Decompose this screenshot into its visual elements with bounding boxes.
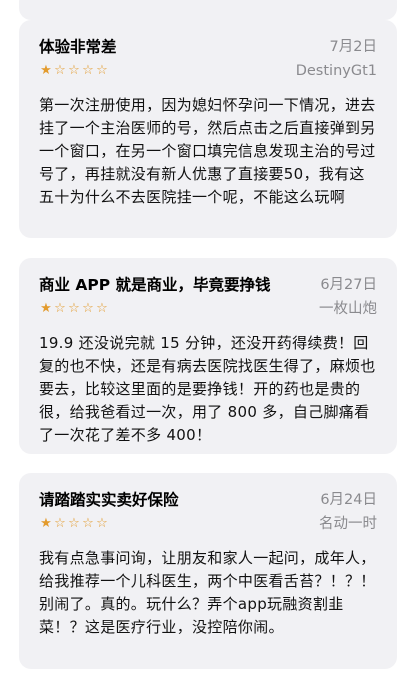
- star-icon: ★: [40, 516, 52, 531]
- review-body: 19.9 还没说完就 15 分钟，还没开药得续费！回复的也不快，还是有病去医院找…: [39, 334, 376, 444]
- star-icon: ☆: [54, 516, 66, 531]
- review-title: 体验非常差: [39, 38, 117, 56]
- star-icon: ☆: [68, 301, 80, 316]
- review-date: 6月27日: [320, 277, 377, 293]
- review-card[interactable]: 商业 APP 就是商业，毕竟要挣钱 6月27日 ★ ☆ ☆ ☆ ☆ 一枚山炮 1…: [19, 258, 397, 454]
- review-date: 7月2日: [329, 39, 377, 55]
- star-icon: ☆: [82, 63, 94, 78]
- review-title: 商业 APP 就是商业，毕竟要挣钱: [39, 276, 271, 294]
- star-icon: ☆: [96, 516, 108, 531]
- star-icon: ★: [40, 301, 52, 316]
- star-icon: ☆: [54, 63, 66, 78]
- review-card[interactable]: 请踏踏实实卖好保险 6月24日 ★ ☆ ☆ ☆ ☆ 名动一时 我有点急事问询，让…: [19, 473, 397, 669]
- review-body: 我有点急事问询，让朋友和家人一起问，成年人，给我推荐一个儿科医生，两个中医看舌苔…: [39, 549, 376, 636]
- star-icon: ☆: [54, 301, 66, 316]
- review-card[interactable]: 体验非常差 7月2日 ★ ☆ ☆ ☆ ☆ DestinyGt1 第一次注册使用，…: [19, 20, 397, 238]
- review-title: 请踏踏实实卖好保险: [39, 491, 179, 509]
- star-icon: ★: [40, 63, 52, 78]
- reviews-page: 体验非常差 7月2日 ★ ☆ ☆ ☆ ☆ DestinyGt1 第一次注册使用，…: [0, 0, 417, 680]
- review-author: 名动一时: [319, 516, 377, 532]
- star-icon: ☆: [82, 301, 94, 316]
- star-rating: ★ ☆ ☆ ☆ ☆: [39, 515, 109, 533]
- star-icon: ☆: [96, 63, 108, 78]
- star-rating: ★ ☆ ☆ ☆ ☆: [39, 62, 109, 80]
- review-body: 第一次注册使用，因为媳妇怀孕问一下情况，进去挂了一个主治医师的号，然后点击之后直…: [39, 96, 376, 206]
- review-date: 6月24日: [320, 492, 377, 508]
- star-rating: ★ ☆ ☆ ☆ ☆: [39, 300, 109, 318]
- star-icon: ☆: [96, 301, 108, 316]
- review-author: DestinyGt1: [295, 63, 377, 79]
- star-icon: ☆: [68, 63, 80, 78]
- review-author: 一枚山炮: [319, 301, 377, 317]
- previous-review-card: [19, 0, 397, 20]
- star-icon: ☆: [82, 516, 94, 531]
- star-icon: ☆: [68, 516, 80, 531]
